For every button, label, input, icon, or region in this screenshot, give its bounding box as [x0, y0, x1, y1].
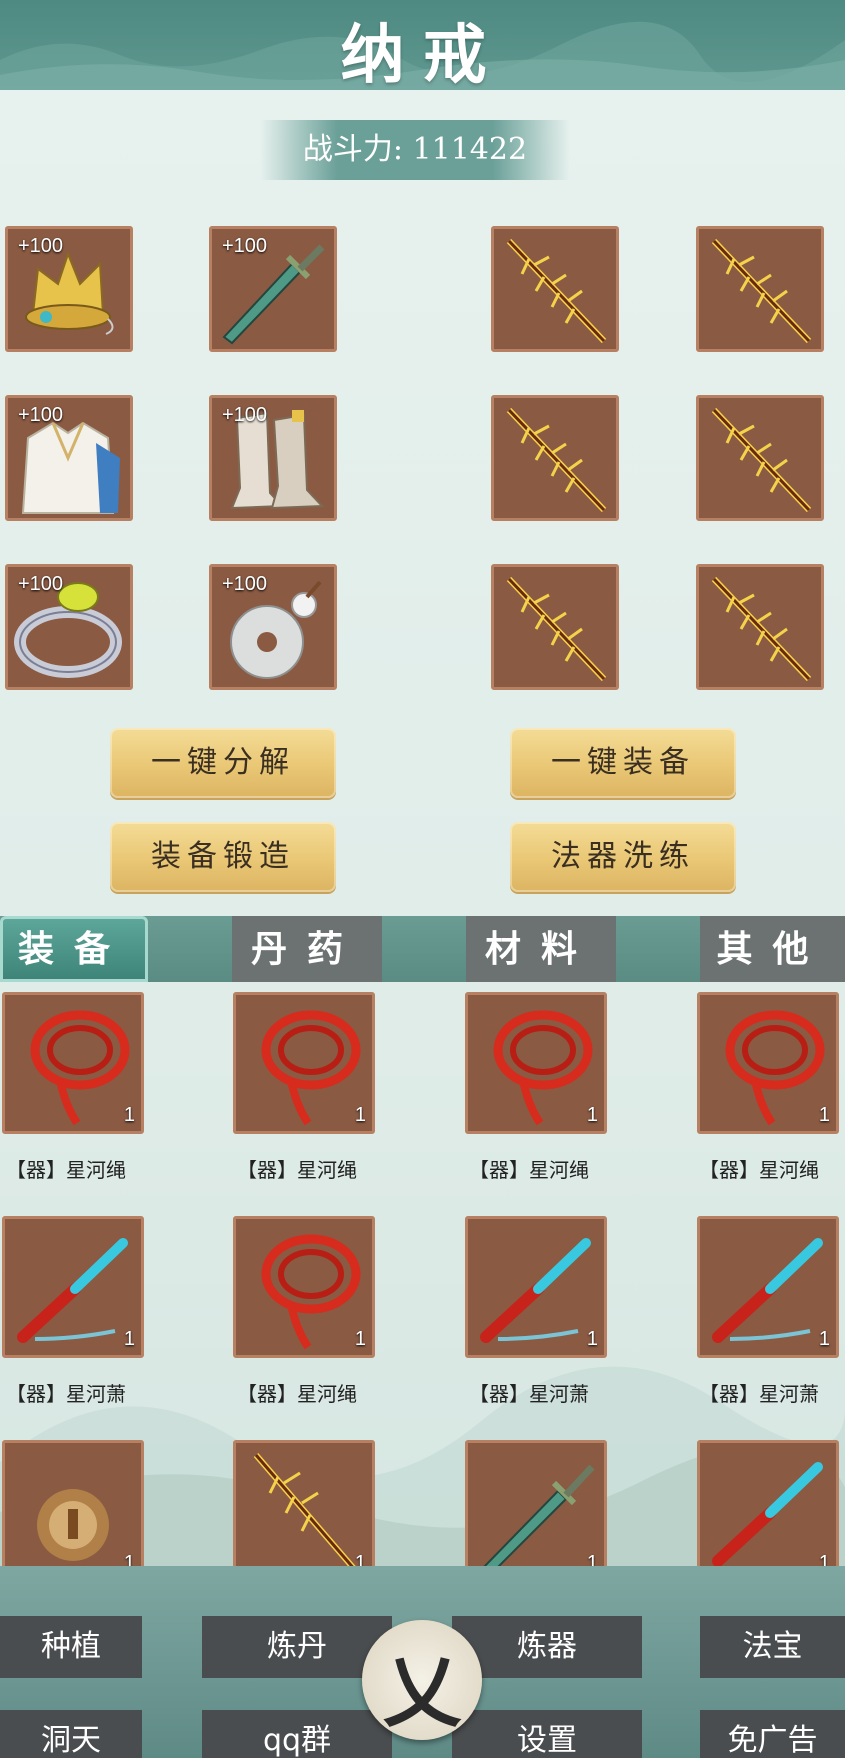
enhance-level: +100 [222, 235, 268, 257]
page-title: 纳戒 [340, 18, 505, 90]
inventory-item-slot[interactable]: 1 [2, 1440, 144, 1566]
flute-icon [480, 1238, 591, 1343]
menu-treasure-button[interactable]: 法宝 [700, 1616, 845, 1678]
red-rope-icon [261, 1010, 361, 1126]
item-count: 1 [818, 1104, 830, 1126]
inventory-item-slot[interactable]: 1 [465, 992, 607, 1134]
close-icon: 乂 [382, 1647, 461, 1738]
item-name: 【器】星河绳 [699, 1158, 819, 1182]
forge-equipment-button[interactable]: 装备锻造 [110, 822, 336, 892]
tab-materials[interactable]: 材料 [466, 916, 616, 982]
red-rope-icon [725, 1010, 825, 1126]
equip-slot-helmet[interactable]: +100 [5, 226, 133, 352]
inventory-item-slot[interactable]: 1 [697, 1440, 839, 1566]
menu-remove-ads-button[interactable]: 免广告 [700, 1710, 845, 1758]
inventory-item-slot[interactable]: 1 [465, 1216, 607, 1358]
equip-slot-pendant[interactable]: +100 [209, 564, 337, 690]
tab-equipment[interactable]: 装备 [0, 916, 148, 982]
item-count: 1 [123, 1552, 135, 1566]
golden-saw-sword-icon [506, 576, 607, 682]
flute-icon [712, 1238, 823, 1343]
item-count: 1 [818, 1552, 830, 1566]
enhance-level: +100 [18, 573, 64, 595]
equip-slot-armor[interactable]: +100 [5, 395, 133, 521]
tab-pills[interactable]: 丹药 [232, 916, 382, 982]
golden-saw-sword-icon [253, 1453, 356, 1566]
inventory-item-slot[interactable]: 1 [233, 1216, 375, 1358]
item-count: 1 [123, 1104, 135, 1126]
inventory-tab-bar: 装备 丹药 材料 其他 [0, 916, 845, 982]
token-medallion-icon [37, 1489, 109, 1561]
combat-power-banner: 战斗力: 111422 [260, 120, 570, 180]
flute-icon [17, 1238, 128, 1343]
item-name: 【器】星河绳 [469, 1158, 589, 1182]
enhance-level: +100 [222, 573, 268, 595]
item-name: 【器】星河萧 [469, 1382, 589, 1406]
inventory-item-slot[interactable]: 1 [697, 1216, 839, 1358]
equip-slot-artifact-2[interactable] [696, 226, 824, 352]
inventory-item-slot[interactable]: 1 [233, 992, 375, 1134]
inventory-item-slot[interactable]: 1 [697, 992, 839, 1134]
item-name: 【器】星河绳 [6, 1158, 126, 1182]
item-count: 1 [123, 1328, 135, 1350]
enhance-level: +100 [18, 235, 64, 257]
golden-saw-sword-icon [506, 238, 607, 344]
item-name: 【器】星河萧 [699, 1382, 819, 1406]
item-count: 1 [354, 1552, 366, 1566]
inventory-item-slot[interactable]: 1 [233, 1440, 375, 1566]
refine-artifact-button[interactable]: 法器洗练 [510, 822, 736, 892]
inventory-item-slot[interactable]: 1 [465, 1440, 607, 1566]
item-count: 1 [818, 1328, 830, 1350]
equip-slot-ring[interactable]: +100 [5, 564, 133, 690]
equip-all-button[interactable]: 一键装备 [510, 728, 736, 798]
golden-saw-sword-icon [711, 407, 812, 513]
menu-planting-button[interactable]: 种植 [0, 1616, 142, 1678]
inventory-item-slot[interactable]: 1 [2, 992, 144, 1134]
item-count: 1 [354, 1104, 366, 1126]
close-menu-button[interactable]: 乂 [362, 1620, 482, 1740]
equip-slot-weapon[interactable]: +100 [209, 226, 337, 352]
red-rope-icon [493, 1010, 593, 1126]
tab-other[interactable]: 其他 [700, 916, 845, 982]
enhance-level: +100 [18, 404, 64, 426]
golden-saw-sword-icon [711, 238, 812, 344]
item-count: 1 [354, 1328, 366, 1350]
equip-slot-artifact-6[interactable] [696, 564, 824, 690]
equip-slot-artifact-4[interactable] [696, 395, 824, 521]
golden-saw-sword-icon [711, 576, 812, 682]
equip-slot-boots[interactable]: +100 [209, 395, 337, 521]
flute-icon [712, 1462, 823, 1566]
golden-saw-sword-icon [506, 407, 607, 513]
item-count: 1 [586, 1552, 598, 1566]
decompose-all-button[interactable]: 一键分解 [110, 728, 336, 798]
menu-cave-button[interactable]: 洞天 [0, 1710, 142, 1758]
enhance-level: +100 [222, 404, 268, 426]
jade-sword-icon [483, 1464, 595, 1566]
equip-slot-artifact-5[interactable] [491, 564, 619, 690]
equip-slot-artifact-3[interactable] [491, 395, 619, 521]
red-rope-icon [261, 1234, 361, 1350]
inventory-grid: 1 【器】星河绳 1 【器】星河绳 1 【器】星河绳 1 【器】星河绳 1 【器… [0, 982, 845, 1566]
equip-slot-artifact-1[interactable] [491, 226, 619, 352]
item-name: 【器】星河绳 [237, 1158, 357, 1182]
header-bar: 纳戒 [0, 0, 845, 90]
item-name: 【器】星河萧 [6, 1382, 126, 1406]
item-count: 1 [586, 1104, 598, 1126]
inventory-item-slot[interactable]: 1 [2, 1216, 144, 1358]
item-count: 1 [586, 1328, 598, 1350]
item-name: 【器】星河绳 [237, 1382, 357, 1406]
red-rope-icon [30, 1010, 130, 1126]
